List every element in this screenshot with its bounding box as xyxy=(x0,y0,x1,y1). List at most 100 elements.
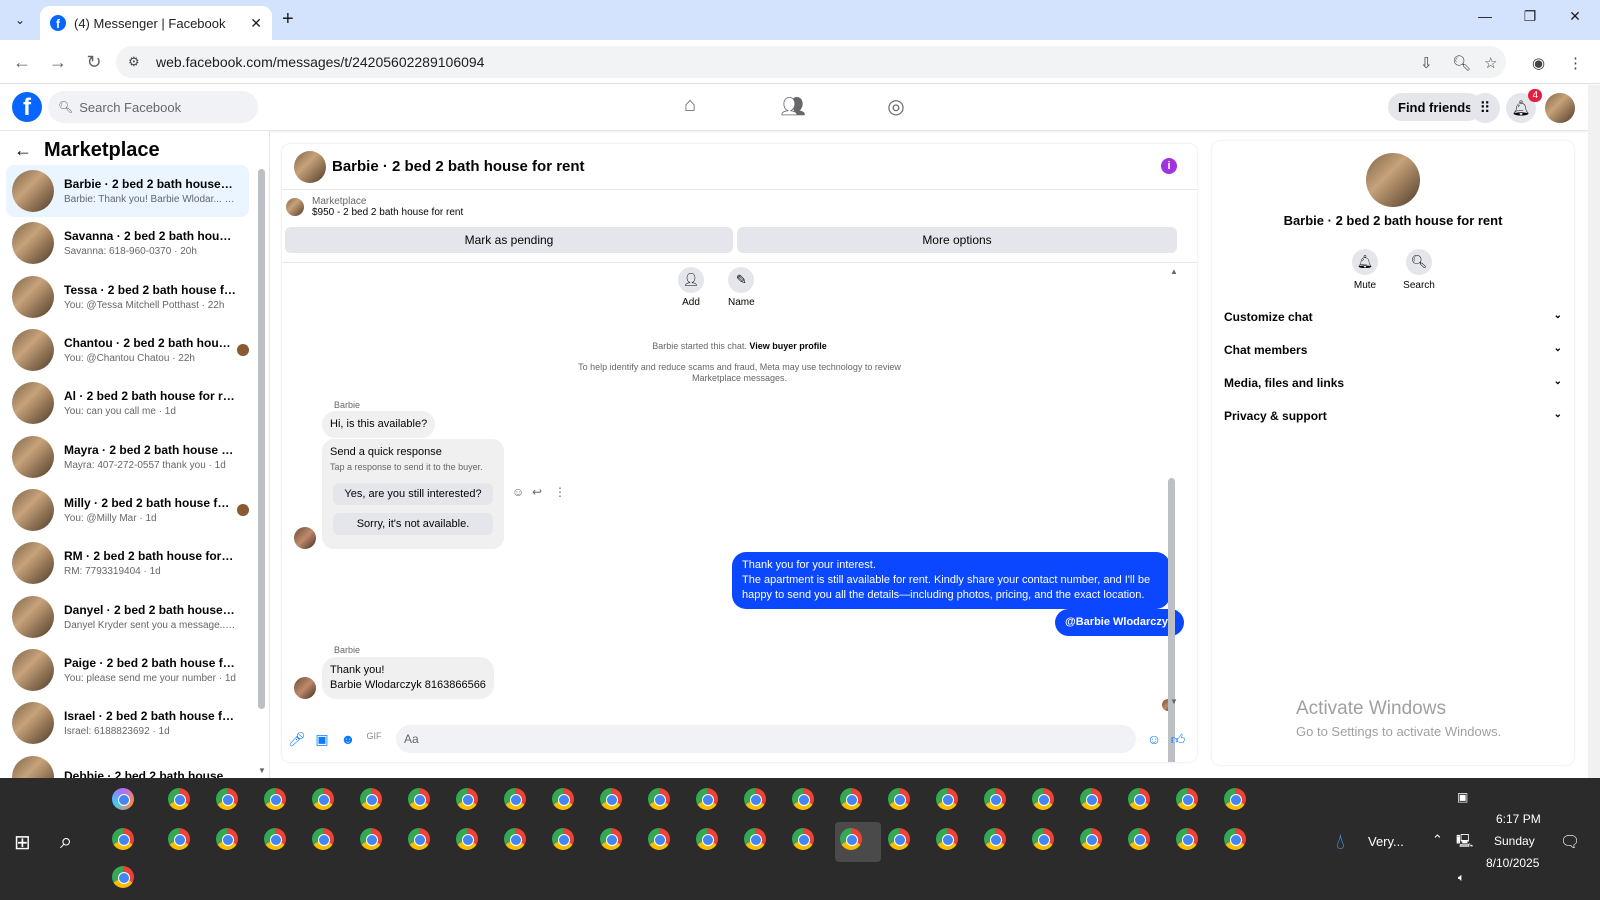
chrome-taskbar-icon[interactable] xyxy=(744,828,766,850)
thumbs-up-icon[interactable]: 👍︎ xyxy=(1170,731,1186,748)
media-files-row[interactable]: Media, files and links ⌄ xyxy=(1224,376,1562,390)
chrome-taskbar-icon[interactable] xyxy=(504,788,526,810)
conversation-item[interactable]: RM · 2 bed 2 bath house for rent RM: 7793… xyxy=(6,537,249,589)
mark-as-pending-button[interactable]: Mark as pending xyxy=(285,227,733,253)
listing-banner[interactable]: Marketplace $950 - 2 bed 2 bath house fo… xyxy=(286,196,463,218)
chrome-taskbar-icon[interactable] xyxy=(696,828,718,850)
notifications-center-icon[interactable]: 🗨︎ xyxy=(1560,832,1580,852)
chrome-taskbar-icon[interactable] xyxy=(168,828,190,850)
chrome-taskbar-icon[interactable] xyxy=(504,828,526,850)
groups-icon[interactable]: ◎ xyxy=(882,94,910,122)
address-bar[interactable]: ⚙ web.facebook.com/messages/t/2420560228… xyxy=(116,46,1506,78)
meet-now-icon[interactable]: ▣ xyxy=(1457,790,1468,804)
chrome-taskbar-icon[interactable] xyxy=(888,828,910,850)
more-actions-icon[interactable]: ⋮ xyxy=(554,485,566,499)
chrome-taskbar-icon[interactable] xyxy=(456,788,478,810)
back-arrow-icon[interactable]: ← xyxy=(14,140,32,161)
chrome-taskbar-icon[interactable] xyxy=(360,828,382,850)
conversation-item[interactable]: Al · 2 bed 2 bath house for rent You: can… xyxy=(6,377,249,429)
chrome-taskbar-icon[interactable] xyxy=(1224,828,1246,850)
site-info-icon[interactable]: ⚙ xyxy=(128,54,140,70)
chrome-taskbar-icon[interactable] xyxy=(1032,788,1054,810)
chrome-taskbar-icon[interactable] xyxy=(1176,828,1198,850)
chrome-taskbar-icon[interactable] xyxy=(264,828,286,850)
show-hidden-icons-icon[interactable]: ⌃ xyxy=(1432,832,1443,848)
restore-icon[interactable]: ❐ xyxy=(1515,8,1545,25)
conversation-item[interactable]: Tessa · 2 bed 2 bath house for r... You: … xyxy=(6,271,249,323)
sender-avatar[interactable] xyxy=(294,527,316,549)
chrome-taskbar-icon[interactable] xyxy=(360,788,382,810)
chrome-taskbar-icon[interactable] xyxy=(552,828,574,850)
conversation-item[interactable]: Savanna · 2 bed 2 bath house f... Savanna… xyxy=(6,217,249,269)
add-member-button[interactable]: 👤︎ Add xyxy=(678,267,704,308)
tab-search-button[interactable]: ⌄ xyxy=(8,8,32,32)
chrome-taskbar-icon[interactable] xyxy=(552,788,574,810)
chrome-taskbar-icon[interactable] xyxy=(792,828,814,850)
scroll-down-icon[interactable]: ▼ xyxy=(258,766,266,775)
quick-response-no-button[interactable]: Sorry, it's not available. xyxy=(333,513,493,535)
name-chat-button[interactable]: ✎ Name xyxy=(728,267,755,308)
chrome-taskbar-icon[interactable] xyxy=(1128,788,1150,810)
windows-start-icon[interactable]: ⊞ xyxy=(14,830,31,855)
account-avatar[interactable] xyxy=(1545,93,1575,123)
conversation-item[interactable]: Danyel · 2 bed 2 bath house for... Danyel… xyxy=(6,591,249,643)
clock-date[interactable]: 8/10/2025 xyxy=(1486,856,1539,870)
close-tab-icon[interactable]: ✕ xyxy=(250,15,262,32)
chrome-taskbar-icon[interactable] xyxy=(600,828,622,850)
quick-response-yes-button[interactable]: Yes, are you still interested? xyxy=(333,483,493,505)
clock-day[interactable]: Sunday xyxy=(1494,834,1535,848)
chrome-taskbar-icon[interactable] xyxy=(264,788,286,810)
profile-avatar[interactable] xyxy=(1366,153,1420,207)
more-options-button[interactable]: More options xyxy=(737,227,1177,253)
view-buyer-profile-link[interactable]: View buyer profile xyxy=(749,341,826,351)
outgoing-message[interactable]: Thank you for your interest. The apartme… xyxy=(732,552,1170,609)
clock-time[interactable]: 6:17 PM xyxy=(1496,812,1541,826)
chrome-taskbar-icon[interactable] xyxy=(840,788,862,810)
conversation-item[interactable]: Milly · 2 bed 2 bath house fo... You: @Mi… xyxy=(6,484,249,536)
chrome-taskbar-icon[interactable] xyxy=(1176,788,1198,810)
chrome-taskbar-icon[interactable] xyxy=(648,828,670,850)
conversation-item[interactable]: Debbie · 2 bed 2 bath house for... xyxy=(6,751,249,778)
weather-icon[interactable]: 💧︎ xyxy=(1336,829,1345,855)
reload-icon[interactable]: ↻ xyxy=(82,52,106,73)
chrome-taskbar-icon[interactable] xyxy=(936,788,958,810)
forward-icon[interactable]: → xyxy=(46,52,70,73)
volume-icon[interactable]: 🔈︎ xyxy=(1458,872,1465,885)
chrome-taskbar-icon[interactable] xyxy=(1224,788,1246,810)
chrome-taskbar-icon[interactable] xyxy=(1032,828,1054,850)
chrome-taskbar-icon[interactable] xyxy=(600,788,622,810)
conversation-item[interactable]: Israel · 2 bed 2 bath house for r... Isra… xyxy=(6,697,249,749)
conversation-scrollbar[interactable] xyxy=(258,169,265,709)
microphone-icon[interactable]: 🎤︎ xyxy=(288,731,306,748)
facebook-logo-icon[interactable]: f xyxy=(12,92,42,122)
new-tab-button[interactable]: + xyxy=(282,8,294,31)
conversation-item[interactable]: Mayra · 2 bed 2 bath house for ... Mayra:… xyxy=(6,431,249,483)
chat-scroll-down-icon[interactable]: ▼ xyxy=(1170,697,1178,706)
sender-avatar-2[interactable] xyxy=(294,677,316,699)
close-window-icon[interactable]: ✕ xyxy=(1560,8,1590,25)
chrome-taskbar-icon[interactable] xyxy=(456,828,478,850)
chrome-taskbar-icon[interactable] xyxy=(216,788,238,810)
chrome-taskbar-icon[interactable] xyxy=(936,828,958,850)
install-app-icon[interactable]: ⇩ xyxy=(1420,54,1433,72)
taskbar-search-icon[interactable]: ⌕ xyxy=(60,828,72,854)
conversation-item[interactable]: Barbie · 2 bed 2 bath house for ... Barbi… xyxy=(6,165,249,217)
bookmark-star-icon[interactable]: ☆ xyxy=(1484,54,1497,72)
chrome-taskbar-icon[interactable] xyxy=(312,828,334,850)
privacy-support-row[interactable]: Privacy & support ⌄ xyxy=(1224,409,1562,423)
incoming-message[interactable]: Hi, is this available? xyxy=(322,411,436,438)
friends-icon[interactable]: 👥︎ xyxy=(779,94,807,122)
incoming-message-2[interactable]: Thank you! Barbie Wlodarczyk 8163866566 xyxy=(322,657,494,699)
chrome-taskbar-icon[interactable] xyxy=(840,828,862,850)
sticker-icon[interactable]: ☻ xyxy=(340,731,356,747)
gif-icon[interactable]: GIF xyxy=(366,731,382,741)
customize-chat-row[interactable]: Customize chat ⌄ xyxy=(1224,310,1562,324)
facebook-search-input[interactable]: 🔍︎ Search Facebook xyxy=(48,91,258,123)
chat-title[interactable]: Barbie · 2 bed 2 bath house for rent xyxy=(332,158,585,175)
message-input[interactable]: Aa xyxy=(396,725,1136,753)
chrome-taskbar-icon[interactable] xyxy=(984,828,1006,850)
info-icon[interactable]: i xyxy=(1161,158,1177,174)
chat-members-row[interactable]: Chat members ⌄ xyxy=(1224,343,1562,357)
zoom-icon[interactable]: 🔍︎ xyxy=(1452,54,1471,72)
emoji-icon[interactable]: ☺ xyxy=(1146,731,1162,747)
